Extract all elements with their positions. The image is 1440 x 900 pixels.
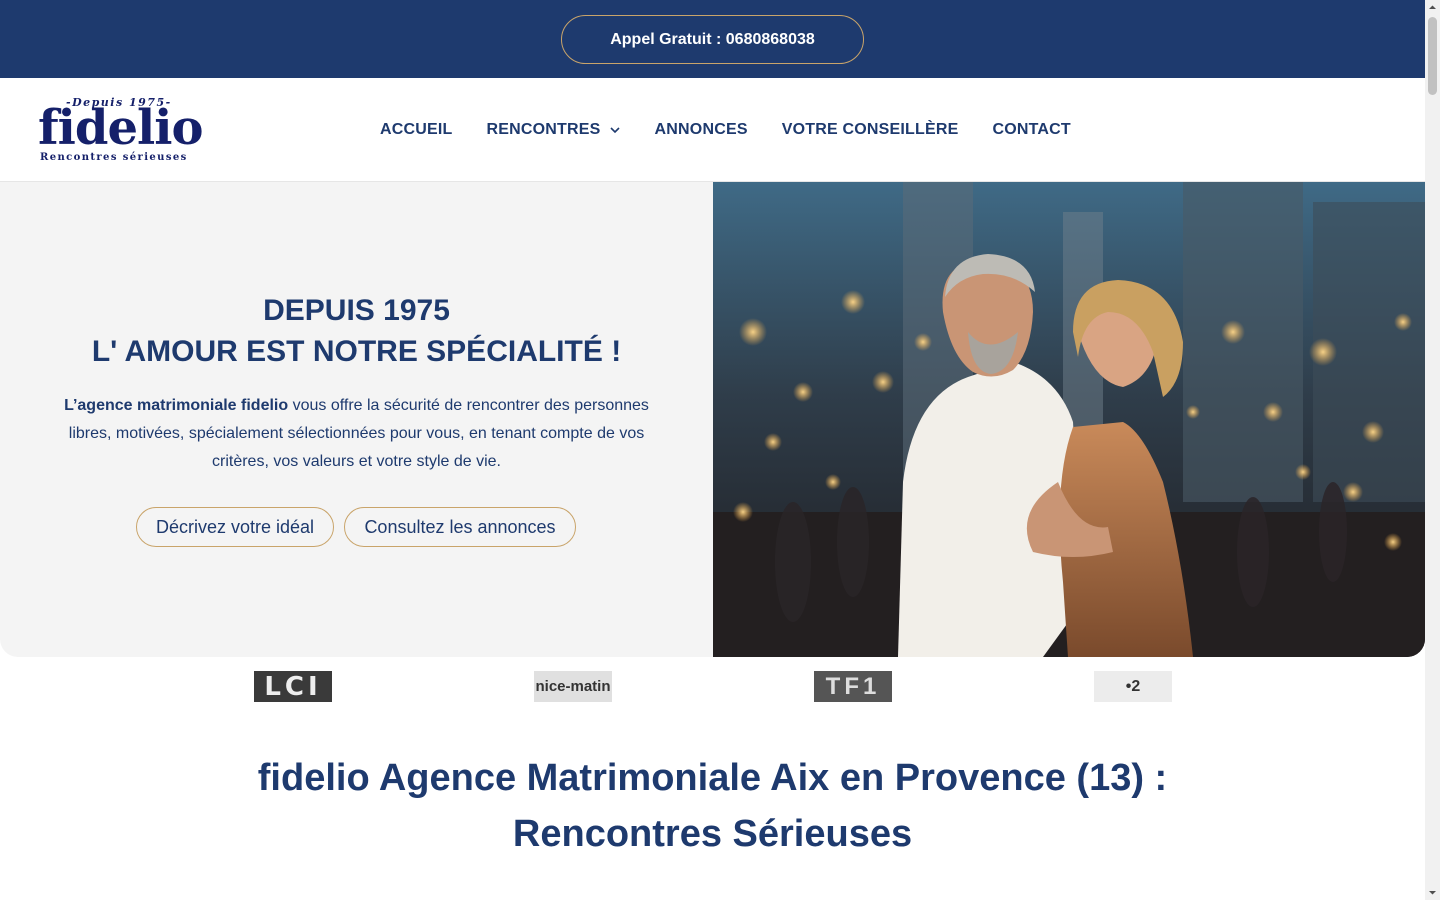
scroll-up-arrow-icon[interactable] — [1428, 3, 1437, 12]
hero-title-line2: L' AMOUR EST NOTRE SPÉCIALITÉ ! — [91, 335, 622, 368]
nav-label: VOTRE CONSEILLÈRE — [781, 121, 959, 138]
nav-label: ANNONCES — [654, 121, 748, 138]
scrollbar-thumb[interactable] — [1428, 17, 1437, 95]
nav-item-rencontres[interactable]: RENCONTRES — [487, 121, 621, 139]
top-bar: Appel Gratuit : 0680868038 — [0, 0, 1425, 78]
view-ads-button[interactable]: Consultez les annonces — [344, 507, 576, 547]
page-main-heading: fidelio Agence Matrimoniale Aix en Prove… — [200, 750, 1225, 862]
fidelio-logo[interactable]: -Depuis 1975- fidelio Rencontres sérieus… — [38, 96, 203, 166]
hero-title: DEPUIS 1975 L' AMOUR EST NOTRE SPÉCIALIT… — [0, 290, 713, 372]
hero-couple-photo — [713, 182, 1425, 657]
nav-item-accueil[interactable]: ACCUEIL — [380, 121, 453, 139]
nav-label: RENCONTRES — [486, 121, 601, 138]
logo-wordmark: fidelio — [38, 100, 203, 156]
logo-tagline-bottom: Rencontres sérieuses — [40, 152, 188, 163]
describe-ideal-button[interactable]: Décrivez votre idéal — [136, 507, 334, 547]
press-logo-france2: •2 — [1094, 671, 1172, 702]
main-heading-line2: Rencontres Sérieuses — [512, 813, 913, 855]
nav-label: ACCUEIL — [380, 121, 453, 138]
press-logo-text: TF1 — [825, 672, 881, 700]
nav-item-contact[interactable]: CONTACT — [992, 121, 1070, 139]
nav-label: CONTACT — [992, 121, 1071, 138]
press-logo-lci: LCI — [254, 671, 332, 702]
scroll-down-arrow-icon[interactable] — [1428, 888, 1437, 897]
main-heading-line1: fidelio Agence Matrimoniale Aix en Prove… — [257, 757, 1168, 799]
site-header: -Depuis 1975- fidelio Rencontres sérieus… — [0, 78, 1425, 182]
press-logo-text: nice-matin — [535, 678, 611, 695]
page-scrollbar[interactable] — [1425, 0, 1440, 900]
nav-item-conseillere[interactable]: VOTRE CONSEILLÈRE — [782, 121, 959, 139]
couple-illustration — [713, 182, 1425, 657]
press-logo-text: •2 — [1125, 677, 1141, 695]
main-nav: ACCUEIL RENCONTRES ANNONCES VOTRE CONSEI… — [380, 78, 1071, 182]
hero-description-bold: L’agence matrimoniale fidelio — [64, 397, 289, 414]
press-logo-text: LCI — [264, 671, 322, 702]
nav-item-annonces[interactable]: ANNONCES — [655, 121, 748, 139]
hero-title-line1: DEPUIS 1975 — [263, 294, 450, 327]
hero-text-panel: DEPUIS 1975 L' AMOUR EST NOTRE SPÉCIALIT… — [0, 182, 713, 657]
chevron-down-icon — [609, 127, 620, 134]
hero-description: L’agence matrimoniale fidelio vous offre… — [58, 392, 655, 476]
free-call-button[interactable]: Appel Gratuit : 0680868038 — [561, 15, 864, 64]
press-logo-tf1: TF1 — [814, 671, 892, 702]
press-logo-nice-matin: nice-matin — [534, 671, 612, 702]
